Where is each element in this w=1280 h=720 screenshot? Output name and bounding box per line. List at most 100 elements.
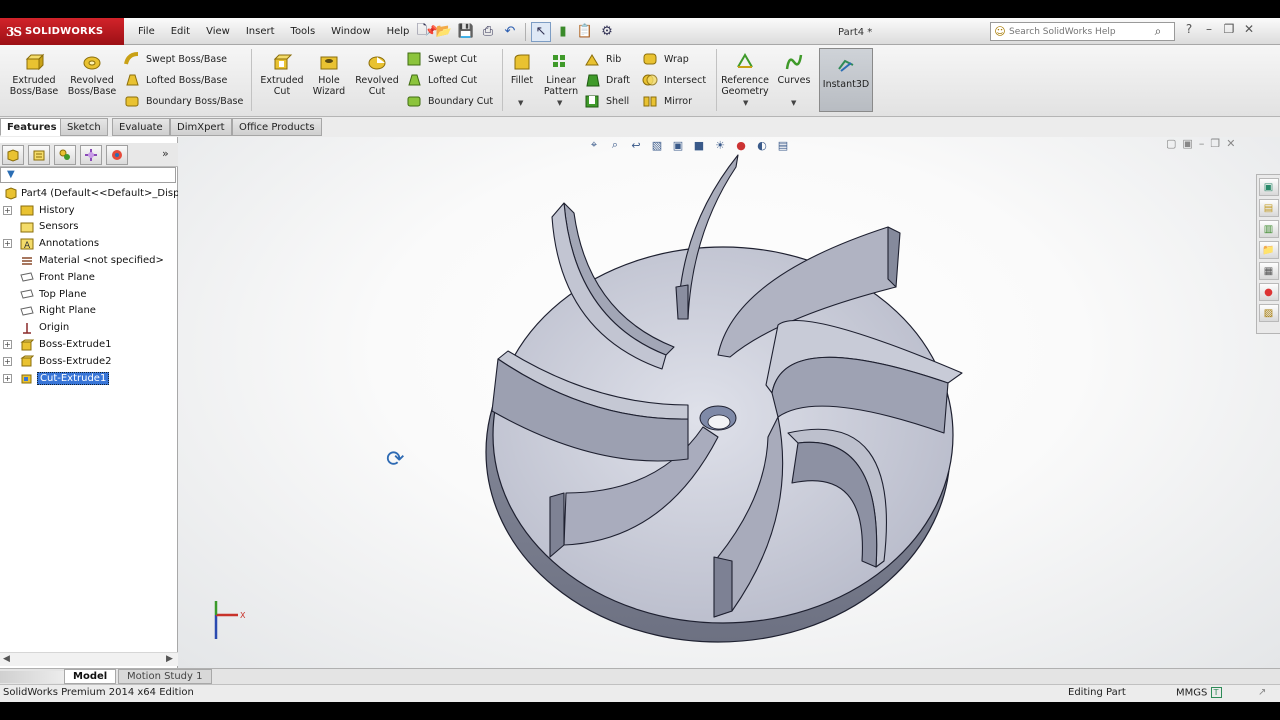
swept-cut-icon (406, 51, 422, 67)
solidworks-resources-icon[interactable]: ▣ (1258, 178, 1279, 196)
units-selector[interactable]: MMGS T (1176, 687, 1222, 699)
expand-toggle[interactable]: + (3, 373, 12, 383)
hole-wizard-button[interactable]: Hole Wizard (306, 45, 352, 97)
tree-root-part[interactable]: Part4 (Default<<Default>_Disp (0, 185, 179, 202)
resize-grip-icon[interactable]: ↗ (1258, 687, 1266, 698)
curves-button[interactable]: Curves (774, 45, 814, 86)
tab-model[interactable]: Model (64, 669, 117, 684)
menu-view[interactable]: View (198, 26, 238, 37)
boundary-cut-button[interactable]: Boundary Cut (406, 91, 493, 111)
tab-evaluate[interactable]: Evaluate (112, 118, 170, 136)
refgeom-dropdown-arrow[interactable]: ▼ (743, 99, 748, 107)
tree-item-cut-extrude1[interactable]: + Cut-Extrude1 (0, 370, 178, 387)
tree-filter[interactable]: ▼ (0, 167, 176, 183)
tree-item-top-plane[interactable]: Top Plane (0, 286, 178, 303)
appearances-scenes-icon[interactable]: ▦ (1258, 262, 1279, 280)
restore-app-icon[interactable]: ❐ (1220, 22, 1238, 36)
tab-office-products[interactable]: Office Products (232, 118, 322, 136)
tab-features[interactable]: Features (0, 118, 64, 136)
fillet-dropdown-arrow[interactable]: ▼ (518, 99, 523, 107)
shell-label: Shell (606, 95, 630, 107)
status-bar: SolidWorks Premium 2014 x64 Edition Edit… (0, 684, 1280, 702)
tree-item-boss-extrude2[interactable]: + Boss-Extrude2 (0, 353, 178, 370)
tree-item-origin[interactable]: Origin (0, 319, 178, 336)
revolved-boss-button[interactable]: Revolved Boss/Base (66, 45, 118, 97)
reference-geometry-label: Reference Geometry (721, 75, 769, 97)
tree-item-material[interactable]: Material <not specified> (0, 252, 178, 269)
print-icon[interactable]: ⎙ (478, 22, 498, 42)
rib-button[interactable]: Rib (584, 49, 621, 69)
boundary-boss-button[interactable]: Boundary Boss/Base (124, 91, 243, 111)
file-properties-icon[interactable]: 📋 (575, 22, 595, 42)
options-icon[interactable]: ⚙ (597, 22, 617, 42)
expand-toggle[interactable]: + (3, 356, 12, 366)
tree-item-right-plane[interactable]: Right Plane (0, 303, 178, 320)
draft-button[interactable]: Draft (584, 70, 630, 90)
tab-sketch[interactable]: Sketch (60, 118, 108, 136)
dimxpert-manager-tab[interactable] (80, 145, 102, 165)
expand-toggle[interactable]: + (3, 340, 12, 350)
lofted-boss-button[interactable]: Lofted Boss/Base (124, 70, 227, 90)
save-icon[interactable]: 💾 (456, 22, 476, 42)
wrap-label: Wrap (664, 53, 689, 65)
feature-manager-tab[interactable] (2, 145, 24, 165)
scroll-left-icon[interactable]: ◀ (3, 654, 10, 664)
undo-icon[interactable]: ↶ (500, 22, 520, 42)
lofted-cut-button[interactable]: Lofted Cut (406, 70, 477, 90)
menu-insert[interactable]: Insert (238, 26, 283, 37)
close-app-icon[interactable]: ✕ (1240, 22, 1258, 36)
rebuild-traffic-light-icon[interactable]: ▮ (553, 22, 573, 42)
shell-button[interactable]: Shell (584, 91, 629, 111)
extruded-boss-button[interactable]: Extruded Boss/Base (8, 45, 60, 97)
swept-cut-button[interactable]: Swept Cut (406, 49, 477, 69)
instant3d-toggle[interactable]: Instant3D (819, 48, 873, 112)
tree-item-sensors[interactable]: Sensors (0, 219, 178, 236)
swept-boss-button[interactable]: Swept Boss/Base (124, 49, 227, 69)
wrap-button[interactable]: Wrap (642, 49, 689, 69)
file-explorer-icon[interactable]: ▥ (1258, 220, 1279, 238)
curves-dropdown-arrow[interactable]: ▼ (791, 99, 796, 107)
fillet-button[interactable]: Fillet (506, 45, 538, 86)
scroll-right-icon[interactable]: ▶ (166, 654, 173, 664)
pattern-dropdown-arrow[interactable]: ▼ (557, 99, 562, 107)
custom-properties-icon[interactable]: ● (1258, 283, 1279, 301)
panel-horizontal-scrollbar[interactable]: ◀ ▶ (0, 652, 178, 666)
expand-toggle[interactable]: + (3, 239, 12, 249)
new-document-icon[interactable]: 🗋 (412, 22, 432, 42)
mirror-button[interactable]: Mirror (642, 91, 692, 111)
view-palette-icon[interactable]: 📁 (1258, 241, 1279, 259)
design-library-icon[interactable]: ▤ (1258, 199, 1279, 217)
impeller-part-3d-model[interactable] (178, 137, 1280, 668)
tab-dimxpert[interactable]: DimXpert (170, 118, 232, 136)
tab-motion-study-1[interactable]: Motion Study 1 (118, 669, 212, 684)
graphics-area[interactable]: ⌖ ⌕ ↩ ▧ ▣ ■ ☀ ● ◐ ▤ ▢ ▣ – ❐ ✕ ⟳ X ▣ ▤ ▥ … (178, 137, 1280, 668)
menu-tools[interactable]: Tools (283, 26, 324, 37)
configuration-manager-tab[interactable] (54, 145, 76, 165)
tree-item-annotations[interactable]: + A Annotations (0, 235, 178, 252)
minimize-app-icon[interactable]: – (1200, 22, 1218, 36)
boundary-boss-icon (124, 93, 140, 109)
linear-pattern-button[interactable]: Linear Pattern (540, 45, 582, 97)
tab-scroll-navigator[interactable] (0, 671, 64, 683)
expand-toggle[interactable]: + (3, 205, 12, 215)
tree-item-front-plane[interactable]: Front Plane (0, 269, 178, 286)
display-manager-tab[interactable] (106, 145, 128, 165)
select-arrow-icon[interactable]: ↖ (531, 21, 551, 42)
revolved-cut-button[interactable]: Revolved Cut (352, 45, 402, 97)
menu-window[interactable]: Window (323, 26, 378, 37)
solidworks-forum-icon[interactable]: ▨ (1258, 304, 1279, 322)
tree-item-boss-extrude1[interactable]: + Boss-Extrude1 (0, 336, 178, 353)
help-question-icon[interactable]: ? (1180, 22, 1198, 36)
help-search-input[interactable] (1009, 26, 1149, 37)
intersect-button[interactable]: Intersect (642, 70, 706, 90)
menu-file[interactable]: File (130, 26, 163, 37)
search-icon[interactable]: ⌕ (1149, 24, 1167, 39)
extruded-cut-button[interactable]: Extruded Cut (256, 45, 308, 97)
property-manager-tab[interactable] (28, 145, 50, 165)
tree-item-history[interactable]: + History (0, 202, 178, 219)
open-folder-icon[interactable]: 📂 (434, 22, 454, 42)
solidworks-logo[interactable]: 3S SOLIDWORKS (0, 18, 124, 45)
menu-edit[interactable]: Edit (163, 26, 198, 37)
reference-geometry-button[interactable]: Reference Geometry (718, 45, 772, 97)
expand-panel-icon[interactable]: » (162, 147, 169, 160)
